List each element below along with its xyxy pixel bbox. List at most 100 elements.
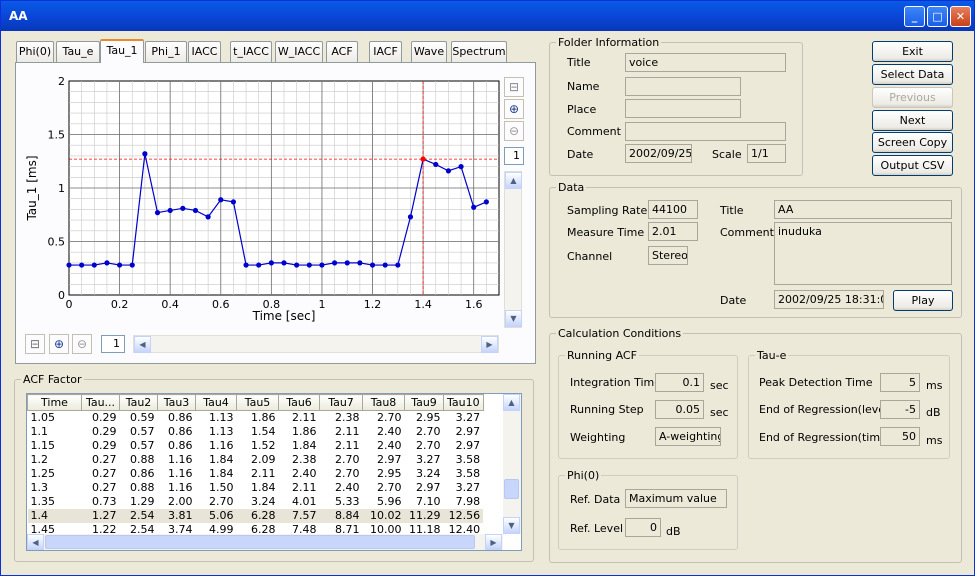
table-cell: 0.86: [168, 439, 193, 452]
tab-w-iacc[interactable]: W_IACC: [275, 41, 323, 62]
horizontal-scrollbar[interactable]: ◀ ▶: [133, 335, 499, 353]
zoom-out-horizontal-icon[interactable]: ⊖: [72, 334, 92, 354]
x-tick-label: 0.2: [111, 298, 128, 311]
tab-tau-e[interactable]: Tau_e: [56, 41, 100, 62]
tab-t-iacc[interactable]: t_IACC: [230, 41, 272, 62]
acf-horizontal-scrollbar[interactable]: ◀ ▶: [27, 534, 503, 550]
scroll-left-icon[interactable]: ◀: [134, 336, 151, 353]
acf-col-header[interactable]: Tau...: [81, 394, 120, 411]
acf-scroll-thumb[interactable]: [504, 479, 519, 499]
data-label: Data: [556, 181, 587, 194]
fit-horizontal-icon[interactable]: ⊟: [25, 334, 45, 354]
y-tick-label: 1.5: [48, 129, 66, 142]
scroll-up-icon[interactable]: ▲: [505, 172, 522, 189]
table-cell: 1.13: [209, 411, 234, 424]
table-row[interactable]: 1.25 0.27 0.86 1.16 1.84 2.11 2.40 2.70 2.95 3.24…: [28, 467, 484, 481]
acf-col-header[interactable]: Tau3: [157, 394, 196, 411]
data-point: [331, 260, 338, 266]
acf-col-header[interactable]: Tau4: [195, 394, 237, 411]
tab-acf[interactable]: ACF: [326, 41, 358, 62]
table-cell: 1.16: [209, 439, 234, 452]
table-cell: 2.70: [416, 425, 441, 438]
end-regression-level-field: -5: [880, 400, 920, 419]
table-cell: 2.40: [335, 481, 360, 494]
scroll-right-icon[interactable]: ▶: [481, 336, 498, 353]
table-row[interactable]: 1.4 1.27 2.54 3.81 5.06 6.28 7.57 8.84 10.02 11.2…: [27, 509, 484, 523]
tab-phi0[interactable]: Phi(0): [16, 41, 54, 62]
zoom-out-vertical-icon[interactable]: ⊖: [504, 121, 524, 141]
table-row[interactable]: 1.15 0.29 0.57 0.86 1.16 1.52 1.84 2.11 2.40 2.70…: [28, 439, 484, 453]
zoom-in-vertical-icon[interactable]: ⊕: [504, 99, 524, 119]
play-button[interactable]: Play: [893, 290, 953, 311]
exit-button[interactable]: Exit: [872, 41, 953, 62]
measure-time-field: 2.01: [648, 222, 698, 241]
previous-button[interactable]: Previous: [872, 87, 953, 108]
channel-field: Stereo: [648, 246, 688, 265]
tab-wave[interactable]: Wave: [411, 41, 447, 62]
minimize-icon[interactable]: _: [904, 6, 925, 27]
table-cell: 7.48: [292, 523, 317, 534]
vertical-page-field[interactable]: 1: [504, 147, 524, 165]
table-cell: 7.10: [416, 495, 441, 508]
data-point: [218, 197, 224, 203]
data-title-field: AA: [774, 200, 952, 219]
acf-col-header[interactable]: Tau10: [443, 394, 484, 411]
tab-iacc[interactable]: IACC: [188, 41, 221, 62]
acf-col-header[interactable]: Tau6: [278, 394, 320, 411]
fit-vertical-icon[interactable]: ⊟: [504, 77, 524, 97]
table-cell: 2.97: [455, 425, 481, 438]
ref-level-unit: dB: [666, 525, 681, 538]
tab-phi-1[interactable]: Phi_1: [145, 41, 187, 62]
table-row[interactable]: 1.3 0.27 0.88 1.16 1.50 1.84 2.11 2.40 2.70 2.97 3…: [28, 481, 484, 495]
next-button[interactable]: Next: [872, 110, 953, 131]
end-regression-level-label: End of Regression(level): [759, 403, 893, 416]
acf-col-header[interactable]: Tau8: [362, 394, 405, 411]
zoom-in-horizontal-icon[interactable]: ⊕: [49, 334, 69, 354]
acf-scroll-left-icon[interactable]: ◀: [27, 534, 44, 550]
tab-tau-1[interactable]: Tau_1: [100, 39, 144, 63]
folder-name-label: Name: [567, 80, 600, 93]
channel-label: Channel: [567, 250, 613, 263]
tau1-chart[interactable]: 0 0.2 0.4 0.6 0.8 1 1.2 1.4 1.600.511.52Time [se…: [16, 63, 535, 363]
tab-spectrum[interactable]: Spectrum: [451, 41, 507, 62]
table-cell: 3.27: [455, 411, 481, 424]
tab-iacf[interactable]: IACF: [369, 41, 402, 62]
table-row[interactable]: 1.05 0.29 0.59 0.86 1.13 1.86 2.11 2.38 2.70 2.95…: [28, 411, 484, 426]
table-row[interactable]: 1.35 0.73 1.29 2.00 2.70 3.24 4.01 5.33 5.96 7.10…: [28, 495, 484, 509]
y-tick-label: 0.5: [48, 236, 66, 249]
acf-col-header[interactable]: Tau5: [236, 394, 279, 411]
table-row[interactable]: 1.1 0.29 0.57 0.86 1.13 1.54 1.86 2.11 2.40 2.70 2…: [28, 425, 484, 439]
acf-table[interactable]: Time Tau... Tau2 Tau3 Tau4 Tau5 Tau6 Tau7 Tau8 Ta…: [27, 394, 484, 534]
screen-copy-button[interactable]: Screen Copy: [872, 132, 953, 153]
table-cell: 4.99: [209, 523, 234, 534]
horizontal-page-field[interactable]: 1: [101, 335, 125, 353]
acf-scroll-up-icon[interactable]: ▲: [503, 394, 520, 411]
acf-col-header[interactable]: Tau7: [319, 394, 363, 411]
select-data-button[interactable]: Select Data: [872, 64, 953, 85]
acf-vertical-scrollbar[interactable]: ▲ ▼: [503, 394, 521, 534]
scroll-down-icon[interactable]: ▼: [505, 310, 522, 327]
acf-scroll-down-icon[interactable]: ▼: [503, 517, 520, 534]
table-row[interactable]: 1.2 0.27 0.88 1.16 1.84 2.09 2.38 2.70 2.97 3.27 3…: [28, 453, 484, 467]
data-point: [395, 262, 401, 268]
output-csv-button[interactable]: Output CSV: [872, 155, 953, 176]
maximize-icon[interactable]: □: [927, 6, 948, 27]
table-cell: 1.52: [251, 439, 276, 452]
acf-hscroll-thumb[interactable]: [45, 535, 475, 549]
table-cell: 3.27: [455, 481, 481, 494]
acf-scroll-right-icon[interactable]: ▶: [485, 534, 502, 550]
data-point: [445, 168, 452, 174]
title-bar[interactable]: AA _ □ ✕: [1, 1, 974, 31]
table-cell: 2.97: [416, 481, 441, 494]
acf-col-header[interactable]: Time: [27, 394, 82, 411]
main-window: AA _ □ ✕ Phi(0) Tau_e Tau_1 Phi_1 IACC t…: [0, 0, 975, 576]
ref-data-field: Maximum value: [625, 489, 727, 508]
close-icon[interactable]: ✕: [950, 6, 971, 27]
peak-detection-label: Peak Detection Time: [759, 376, 873, 389]
vertical-scrollbar[interactable]: ▲ ▼: [504, 171, 522, 328]
table-row[interactable]: 1.45 1.22 2.54 3.74 4.99 6.28 7.48 8.71 10.00 11.…: [28, 523, 484, 534]
acf-col-header[interactable]: Tau9: [404, 394, 444, 411]
table-cell: 2.11: [335, 425, 360, 438]
table-cell: 2.11: [292, 411, 317, 424]
acf-col-header[interactable]: Tau2: [119, 394, 158, 411]
